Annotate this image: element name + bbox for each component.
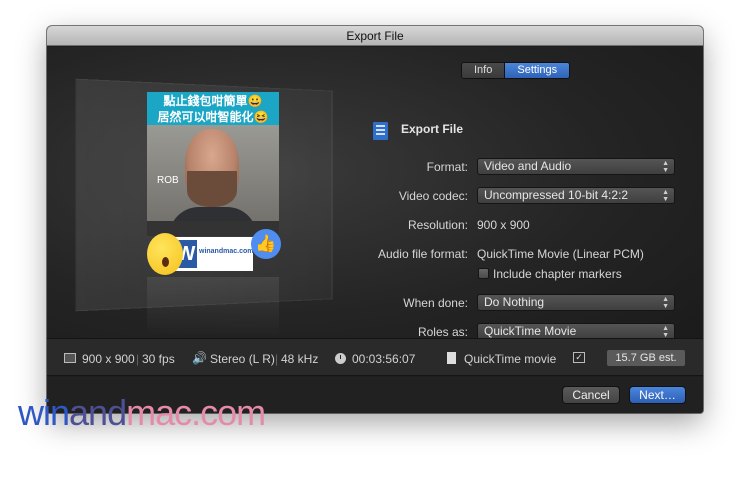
beard-shape xyxy=(187,171,237,207)
popup-arrows-icon: ▲ ▼ xyxy=(662,325,669,339)
when-done-value: Do Nothing xyxy=(484,295,545,309)
next-button[interactable]: Next… xyxy=(629,386,686,404)
format-popup[interactable]: Video and Audio ▲ ▼ xyxy=(477,158,675,175)
roles-label: Roles as: xyxy=(417,325,468,339)
checklist-icon: ✓ xyxy=(573,352,585,363)
thumbs-up-icon: 👍 xyxy=(251,229,281,259)
export-dialog: Export File Info Settings 點止錢包咁簡單😀 居然可以咁… xyxy=(47,26,703,413)
roles-value: QuickTime Movie xyxy=(484,324,577,338)
file-export-icon xyxy=(373,122,388,140)
shocked-emoji-icon xyxy=(147,233,183,275)
file-type: QuickTime movie xyxy=(464,352,557,366)
video-codec-label: Video codec: xyxy=(398,189,468,203)
popup-arrows-icon: ▲ ▼ xyxy=(662,189,669,203)
tab-settings[interactable]: Settings xyxy=(504,63,570,78)
format-label: Format: xyxy=(426,160,468,174)
audio-format-value: QuickTime Movie (Linear PCM) xyxy=(477,247,644,261)
audio-channels: Stereo (L R) xyxy=(210,352,275,366)
info-bar: 900 x 900 | 30 fps 🔊 Stereo (L R) | 48 k… xyxy=(47,338,703,376)
audio-format-label: Audio file format: xyxy=(377,247,468,261)
document-icon xyxy=(447,352,456,364)
duration: 00:03:56:07 xyxy=(352,352,416,366)
resolution-value: 900 x 900 xyxy=(477,218,530,232)
format-value: Video and Audio xyxy=(484,159,572,173)
popup-arrows-icon: ▲ ▼ xyxy=(662,160,669,174)
watermark-part-3: mac.com xyxy=(126,392,266,433)
cancel-button[interactable]: Cancel xyxy=(562,386,620,404)
banner-line-1: 點止錢包咁簡單😀 xyxy=(163,94,263,108)
video-codec-value: Uncompressed 10-bit 4:2:2 xyxy=(484,188,629,202)
preview-reflection xyxy=(147,277,279,337)
brand-strip-text: winandmac.com xyxy=(199,248,254,255)
watermark-part-2: and xyxy=(69,392,127,433)
thumbnail-banner: 點止錢包咁簡單😀 居然可以咁智能化😆 xyxy=(147,92,279,125)
video-fps: 30 fps xyxy=(142,352,175,366)
video-codec-popup[interactable]: Uncompressed 10-bit 4:2:2 ▲ ▼ xyxy=(477,187,675,204)
when-done-label: When done: xyxy=(403,296,468,310)
watermark-logo: winandmac.com xyxy=(18,392,266,434)
banner-line-2: 居然可以咁智能化😆 xyxy=(157,110,269,124)
speaker-icon: 🔊 xyxy=(192,351,207,365)
chapter-markers-label[interactable]: Include chapter markers xyxy=(493,267,622,281)
settings-heading: Export File xyxy=(401,122,464,136)
estimated-size-badge: 15.7 GB est. xyxy=(607,350,685,366)
separator: | xyxy=(136,352,140,366)
brand-strip: W winandmac.com xyxy=(173,237,253,271)
window-title: Export File xyxy=(47,26,703,46)
watermark-part-1: win xyxy=(18,392,70,433)
tab-control: Info Settings xyxy=(461,62,571,79)
video-icon xyxy=(64,353,76,363)
tab-info[interactable]: Info xyxy=(462,63,505,78)
dialog-content: Info Settings 點止錢包咁簡單😀 居然可以咁智能化😆 ROB W w… xyxy=(47,47,703,358)
preview-thumbnail: 點止錢包咁簡單😀 居然可以咁智能化😆 ROB xyxy=(147,92,279,236)
name-tag: ROB xyxy=(157,175,179,186)
when-done-popup[interactable]: Do Nothing ▲ ▼ xyxy=(477,294,675,311)
clock-icon xyxy=(335,353,346,364)
resolution-label: Resolution: xyxy=(407,218,468,232)
separator: | xyxy=(275,352,279,366)
popup-arrows-icon: ▲ ▼ xyxy=(662,296,669,310)
video-resolution: 900 x 900 xyxy=(82,352,135,366)
audio-rate: 48 kHz xyxy=(281,352,319,366)
chapter-markers-checkbox[interactable] xyxy=(478,268,489,279)
